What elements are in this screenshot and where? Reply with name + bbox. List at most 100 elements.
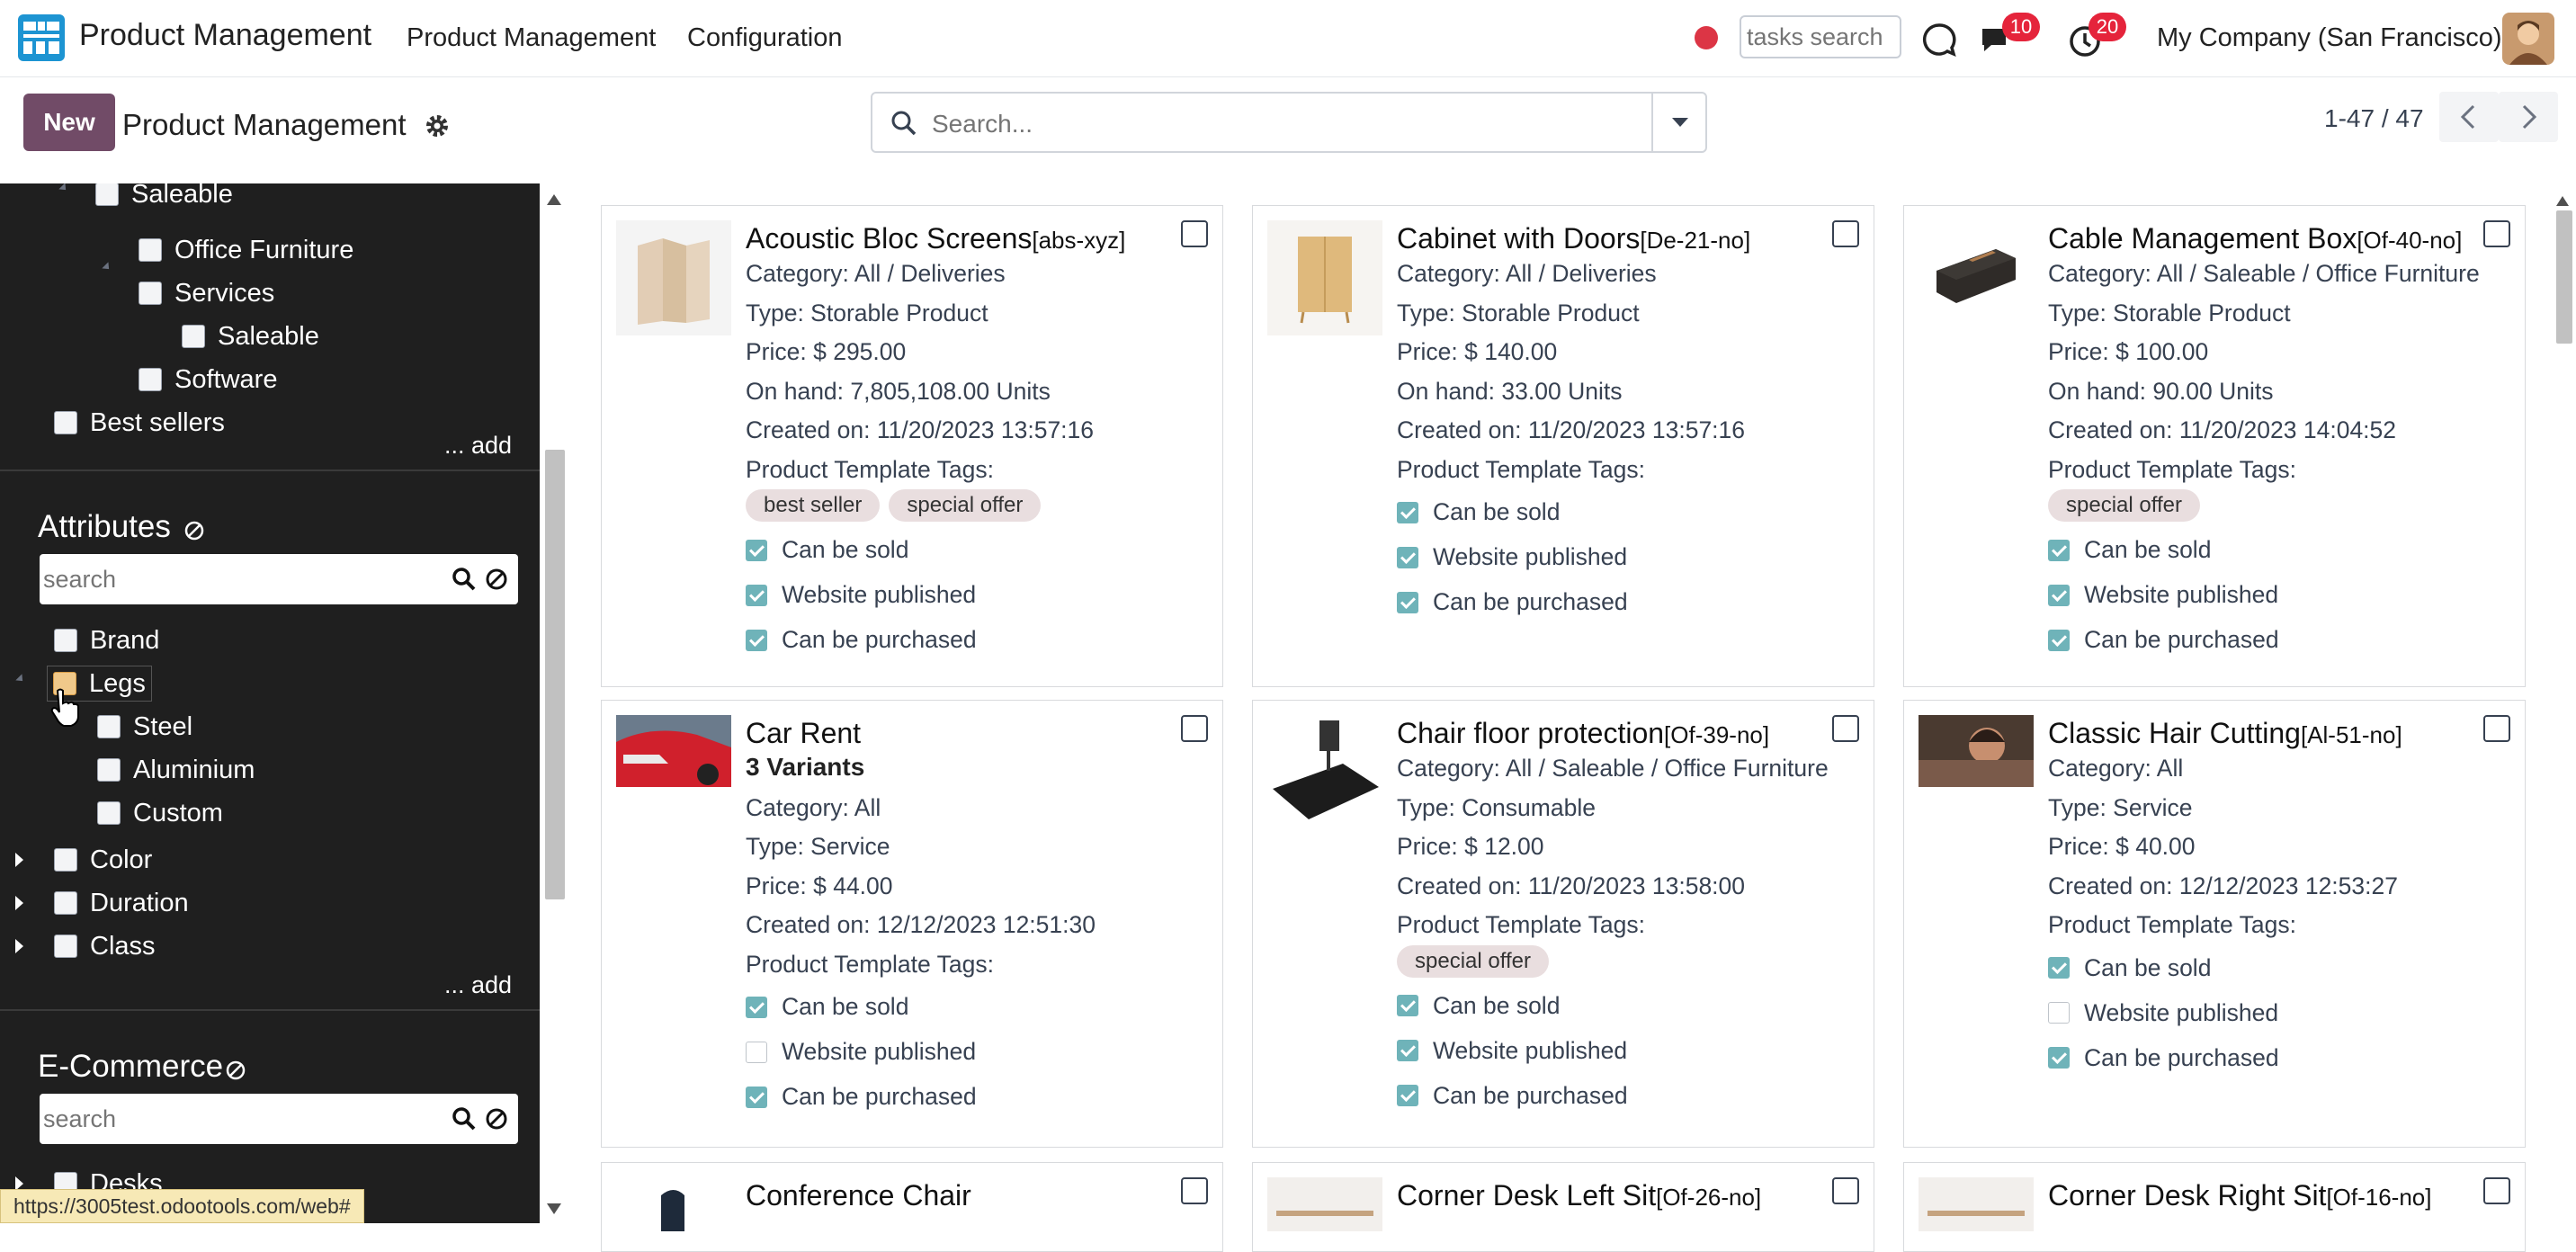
category-item-best-sellers[interactable]: Best sellers	[54, 405, 225, 441]
product-card[interactable]: Cable Management Box[Of-40-no] Category: …	[1903, 205, 2526, 687]
card-select-checkbox[interactable]	[1181, 220, 1208, 247]
attribute-item-steel[interactable]: Steel	[97, 709, 192, 745]
product-name[interactable]: Chair floor protection[Of-39-no]	[1397, 717, 1769, 750]
ecommerce-search-input[interactable]	[43, 1104, 439, 1133]
checkbox[interactable]	[95, 183, 119, 206]
new-button[interactable]: New	[23, 94, 115, 151]
checkbox[interactable]	[182, 325, 205, 348]
pager-next-button[interactable]	[2499, 92, 2558, 142]
product-name[interactable]: Car Rent	[746, 717, 861, 750]
product-card[interactable]: Conference Chair	[601, 1162, 1223, 1252]
search-input[interactable]	[932, 108, 1615, 140]
activities-badge: 20	[2089, 13, 2126, 41]
card-select-checkbox[interactable]	[1181, 715, 1208, 742]
clear-filter-icon[interactable]	[183, 520, 205, 541]
attribute-add-link[interactable]: ... add	[444, 971, 512, 999]
user-avatar[interactable]	[2502, 13, 2554, 65]
app-logo-icon[interactable]	[18, 14, 65, 61]
attribute-item-aluminium[interactable]: Aluminium	[97, 752, 255, 788]
product-name[interactable]: Classic Hair Cutting[Al-51-no]	[2048, 717, 2402, 750]
product-card[interactable]: Classic Hair Cutting[Al-51-no] Category: …	[1903, 700, 2526, 1148]
app-name[interactable]: Product Management	[79, 18, 371, 53]
checkbox[interactable]	[139, 238, 162, 262]
category-item-office-furniture[interactable]: Office Furniture	[139, 232, 353, 268]
flag-checkbox	[1397, 1085, 1418, 1106]
product-card[interactable]: Cabinet with Doors[De-21-no] Category: Al…	[1252, 205, 1874, 687]
product-name[interactable]: Acoustic Bloc Screens[abs-xyz]	[746, 222, 1125, 255]
checkbox[interactable]	[97, 801, 121, 825]
checkbox[interactable]	[54, 848, 77, 872]
card-select-checkbox[interactable]	[1832, 220, 1859, 247]
card-select-checkbox[interactable]	[2483, 220, 2510, 247]
checkbox[interactable]	[97, 758, 121, 782]
checkbox[interactable]	[54, 411, 77, 434]
category-item-saleable[interactable]: Saleable	[95, 183, 233, 212]
collapse-caret-icon[interactable]	[58, 183, 69, 193]
expand-caret-icon[interactable]	[15, 896, 23, 910]
category-item-software[interactable]: Software	[139, 362, 277, 398]
checkbox[interactable]	[54, 935, 77, 958]
product-card[interactable]: Car Rent 3 Variants Category: All Type: Ser…	[601, 700, 1223, 1148]
sidebar-scrollbar[interactable]	[540, 183, 568, 1223]
recording-indicator-icon[interactable]	[1695, 26, 1718, 49]
expand-caret-icon[interactable]	[15, 939, 23, 953]
checkbox[interactable]	[54, 629, 77, 652]
attribute-item-custom[interactable]: Custom	[97, 795, 223, 831]
checkbox[interactable]	[139, 368, 162, 391]
search-icon[interactable]	[452, 567, 477, 592]
flag-published: Website published	[746, 581, 976, 609]
scroll-down-arrow-icon[interactable]	[547, 1203, 561, 1214]
flag-checkbox	[746, 996, 767, 1018]
pager-value[interactable]: 1-47 / 47	[2324, 104, 2424, 133]
product-card[interactable]: Chair floor protection[Of-39-no] Category…	[1252, 700, 1874, 1148]
product-name[interactable]: Cabinet with Doors[De-21-no]	[1397, 222, 1750, 255]
card-select-checkbox[interactable]	[2483, 1177, 2510, 1204]
card-select-checkbox[interactable]	[1181, 1177, 1208, 1204]
search-options-chevron-down-icon[interactable]	[1651, 94, 1705, 151]
checkbox[interactable]	[97, 715, 121, 738]
checkbox[interactable]	[54, 891, 77, 915]
card-select-checkbox[interactable]	[1832, 1177, 1859, 1204]
menu-product-management[interactable]: Product Management	[407, 23, 656, 53]
card-select-checkbox[interactable]	[1832, 715, 1859, 742]
category-item-saleable-sub[interactable]: Saleable	[182, 318, 319, 354]
scrollbar-thumb[interactable]	[2556, 210, 2572, 344]
main-scrollbar[interactable]	[2551, 183, 2576, 1223]
product-name[interactable]: Corner Desk Right Sit[Of-16-no]	[2048, 1179, 2432, 1212]
scrollbar-thumb[interactable]	[545, 450, 565, 899]
flag-checkbox	[2048, 539, 2070, 561]
attributes-search-input[interactable]	[43, 565, 439, 594]
attribute-item-brand[interactable]: Brand	[54, 622, 159, 658]
scroll-up-arrow-icon[interactable]	[547, 194, 561, 205]
flag-published: Website published	[2048, 581, 2278, 609]
product-card[interactable]: Corner Desk Left Sit[Of-26-no]	[1252, 1162, 1874, 1252]
category-item-services[interactable]: Services	[139, 275, 274, 311]
clear-search-icon[interactable]	[484, 567, 509, 592]
category-add-link[interactable]: ... add	[444, 432, 512, 460]
attribute-item-class[interactable]: Class	[54, 928, 156, 964]
card-select-checkbox[interactable]	[2483, 715, 2510, 742]
product-name[interactable]: Conference Chair	[746, 1179, 971, 1212]
menu-configuration[interactable]: Configuration	[687, 23, 843, 53]
scroll-up-arrow-icon[interactable]	[2556, 196, 2569, 206]
product-name[interactable]: Corner Desk Left Sit[Of-26-no]	[1397, 1179, 1761, 1212]
collapse-caret-icon[interactable]	[102, 262, 112, 273]
product-card[interactable]: Corner Desk Right Sit[Of-16-no]	[1903, 1162, 2526, 1252]
company-switcher[interactable]: My Company (San Francisco)	[2157, 23, 2502, 53]
search-icon[interactable]	[452, 1106, 477, 1131]
attribute-item-duration[interactable]: Duration	[54, 885, 189, 921]
attribute-label: Class	[90, 931, 156, 961]
clear-filter-icon[interactable]	[225, 1060, 246, 1081]
product-name[interactable]: Cable Management Box[Of-40-no]	[2048, 222, 2462, 255]
clear-search-icon[interactable]	[484, 1106, 509, 1131]
pager-previous-button[interactable]	[2439, 92, 2499, 142]
expand-caret-icon[interactable]	[15, 853, 23, 867]
attribute-item-color[interactable]: Color	[54, 842, 152, 878]
gear-icon[interactable]	[425, 113, 450, 139]
product-card[interactable]: Acoustic Bloc Screens[abs-xyz] Category: …	[601, 205, 1223, 687]
checkbox[interactable]	[139, 282, 162, 305]
collapse-caret-icon[interactable]	[15, 674, 26, 684]
tasks-search-input[interactable]	[1740, 15, 1901, 58]
discuss-icon[interactable]	[1921, 22, 1957, 58]
filter-sidebar[interactable]: Saleable Office Furniture Services Salea…	[0, 183, 540, 1223]
